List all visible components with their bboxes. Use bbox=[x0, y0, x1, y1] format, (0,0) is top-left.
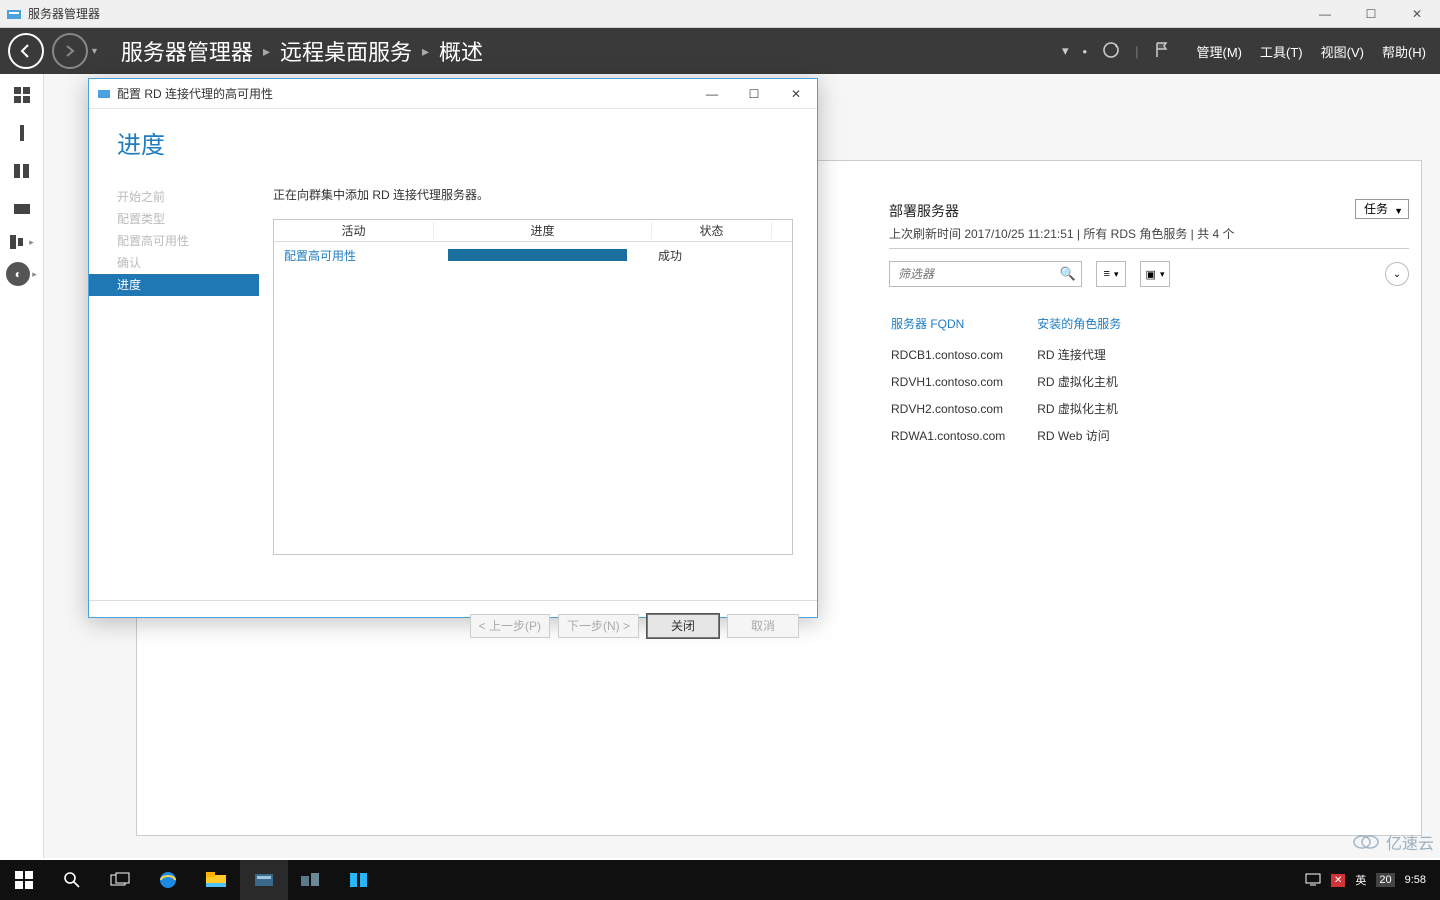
step-progress[interactable]: 进度 bbox=[89, 274, 259, 296]
menu-tools[interactable]: 工具(T) bbox=[1260, 42, 1303, 61]
server-manager-taskbar-icon[interactable] bbox=[240, 860, 288, 900]
breadcrumb-sep-icon: ▸ bbox=[422, 43, 429, 60]
taskbar: ✕ 英 20 9:58 bbox=[0, 860, 1440, 900]
app-icon bbox=[6, 6, 22, 22]
nav-back-button[interactable] bbox=[8, 33, 44, 69]
section-subtitle: 上次刷新时间 2017/10/25 11:21:51 | 所有 RDS 角色服务… bbox=[889, 225, 1409, 249]
file-services-icon[interactable] bbox=[9, 196, 35, 222]
breadcrumb-page[interactable]: 概述 bbox=[439, 35, 483, 67]
hyperv-manager-icon[interactable] bbox=[336, 860, 384, 900]
search-button[interactable] bbox=[48, 860, 96, 900]
prev-button: < 上一步(P) bbox=[470, 614, 550, 638]
step-type: 配置类型 bbox=[89, 208, 259, 230]
services-expand-icon[interactable]: ▸ bbox=[9, 234, 34, 250]
app-title: 服务器管理器 bbox=[28, 5, 100, 22]
window-minimize-button[interactable]: — bbox=[1302, 0, 1348, 28]
table-row[interactable]: RDVH1.contoso.comRD 虚拟化主机 bbox=[891, 369, 1151, 394]
progress-grid: 活动 进度 状态 配置高可用性 成功 bbox=[273, 219, 793, 555]
pipe-separator: | bbox=[1135, 44, 1138, 59]
system-tray: ✕ 英 20 9:58 bbox=[1305, 872, 1440, 889]
watermark-text: 亿速云 bbox=[1386, 830, 1434, 854]
step-before: 开始之前 bbox=[89, 186, 259, 208]
breadcrumb-section[interactable]: 远程桌面服务 bbox=[280, 35, 412, 67]
step-ha: 配置高可用性 bbox=[89, 230, 259, 252]
header-dropdown-icon[interactable]: ▾ bbox=[1062, 43, 1069, 59]
refresh-icon[interactable] bbox=[1101, 40, 1121, 63]
breadcrumb: 服务器管理器 ▸ 远程桌面服务 ▸ 概述 bbox=[121, 35, 483, 67]
dialog-maximize-button[interactable]: ☐ bbox=[733, 79, 775, 109]
menu-view[interactable]: 视图(V) bbox=[1321, 42, 1364, 61]
tray-clock[interactable]: 9:58 bbox=[1405, 874, 1426, 886]
dialog-title: 配置 RD 连接代理的高可用性 bbox=[117, 85, 273, 102]
grid-col-activity: 活动 bbox=[274, 222, 434, 239]
grid-row: 配置高可用性 成功 bbox=[274, 242, 792, 268]
servers-table: 服务器 FQDN 安装的角色服务 RDCB1.contoso.comRD 连接代… bbox=[889, 309, 1153, 450]
window-titlebar: 服务器管理器 — ☐ ✕ bbox=[0, 0, 1440, 28]
taskview-button[interactable] bbox=[96, 860, 144, 900]
explorer-icon[interactable] bbox=[192, 860, 240, 900]
table-row[interactable]: RDVH2.contoso.comRD 虚拟化主机 bbox=[891, 396, 1151, 421]
nav-forward-button[interactable] bbox=[52, 33, 88, 69]
local-server-icon[interactable] bbox=[9, 120, 35, 146]
column-role[interactable]: 安装的角色服务 bbox=[1037, 311, 1151, 340]
dialog-app-icon bbox=[97, 87, 111, 101]
nav-history-dropdown[interactable]: ▼ bbox=[90, 46, 99, 56]
filter-input[interactable] bbox=[889, 261, 1082, 287]
ie-icon[interactable] bbox=[144, 860, 192, 900]
breadcrumb-root[interactable]: 服务器管理器 bbox=[121, 35, 253, 67]
tray-ime-badge[interactable]: 20 bbox=[1376, 873, 1394, 887]
dashboard-icon[interactable] bbox=[9, 82, 35, 108]
tasks-dropdown[interactable]: 任务 bbox=[1355, 199, 1409, 219]
table-row[interactable]: RDWA1.contoso.comRD Web 访问 bbox=[891, 423, 1151, 448]
tray-ime-icon[interactable]: ✕ bbox=[1331, 874, 1345, 886]
tray-network-icon[interactable] bbox=[1305, 872, 1321, 889]
cluster-manager-icon[interactable] bbox=[288, 860, 336, 900]
window-maximize-button[interactable]: ☐ bbox=[1348, 0, 1394, 28]
cancel-button: 取消 bbox=[727, 614, 799, 638]
column-fqdn[interactable]: 服务器 FQDN bbox=[891, 311, 1035, 340]
window-close-button[interactable]: ✕ bbox=[1394, 0, 1440, 28]
dialog-description: 正在向群集中添加 RD 连接代理服务器。 bbox=[273, 186, 793, 203]
start-button[interactable] bbox=[0, 860, 48, 900]
save-dropdown[interactable]: ▣ bbox=[1140, 261, 1170, 287]
step-confirm: 确认 bbox=[89, 252, 259, 274]
watermark: 亿速云 bbox=[1352, 830, 1434, 854]
menu-help[interactable]: 帮助(H) bbox=[1382, 42, 1426, 61]
dialog-close-button[interactable]: ✕ bbox=[775, 79, 817, 109]
dialog-heading: 进度 bbox=[89, 109, 817, 180]
grid-col-status: 状态 bbox=[652, 222, 772, 239]
search-icon[interactable]: 🔍 bbox=[1060, 266, 1076, 282]
dialog-minimize-button[interactable]: — bbox=[691, 79, 733, 109]
close-button[interactable]: 关闭 bbox=[647, 614, 719, 638]
dialog-footer: < 上一步(P) 下一步(N) > 关闭 取消 bbox=[89, 600, 817, 650]
flag-icon[interactable] bbox=[1153, 41, 1171, 62]
tray-ime-lang[interactable]: 英 bbox=[1355, 872, 1366, 888]
progress-bar bbox=[448, 249, 627, 261]
left-toolstrip: ▸ ◐ ▸ bbox=[0, 74, 44, 858]
next-button: 下一步(N) > bbox=[558, 614, 639, 638]
grid-col-progress: 进度 bbox=[434, 222, 652, 239]
pipe-separator: • bbox=[1083, 44, 1088, 59]
table-row[interactable]: RDCB1.contoso.comRD 连接代理 bbox=[891, 342, 1151, 367]
rds-icon[interactable]: ◐ ▸ bbox=[6, 262, 37, 286]
activity-cell: 配置高可用性 bbox=[274, 247, 434, 264]
dialog-titlebar: 配置 RD 连接代理的高可用性 — ☐ ✕ bbox=[89, 79, 817, 109]
section-title: 部署服务器 bbox=[889, 201, 1409, 221]
breadcrumb-sep-icon: ▸ bbox=[263, 43, 270, 60]
all-servers-icon[interactable] bbox=[9, 158, 35, 184]
wizard-dialog: 配置 RD 连接代理的高可用性 — ☐ ✕ 进度 开始之前 配置类型 配置高可用… bbox=[88, 78, 818, 618]
deployment-servers-section: 部署服务器 任务 上次刷新时间 2017/10/25 11:21:51 | 所有… bbox=[889, 201, 1409, 823]
header-bar: ▼ 服务器管理器 ▸ 远程桌面服务 ▸ 概述 ▾ • | 管理(M) 工具(T)… bbox=[0, 28, 1440, 74]
wizard-steps: 开始之前 配置类型 配置高可用性 确认 进度 bbox=[89, 180, 259, 600]
layout-dropdown[interactable]: ≡ bbox=[1096, 261, 1126, 287]
expand-button[interactable]: ⌄ bbox=[1385, 262, 1409, 286]
menu-manage[interactable]: 管理(M) bbox=[1197, 42, 1243, 61]
status-cell: 成功 bbox=[652, 247, 772, 264]
